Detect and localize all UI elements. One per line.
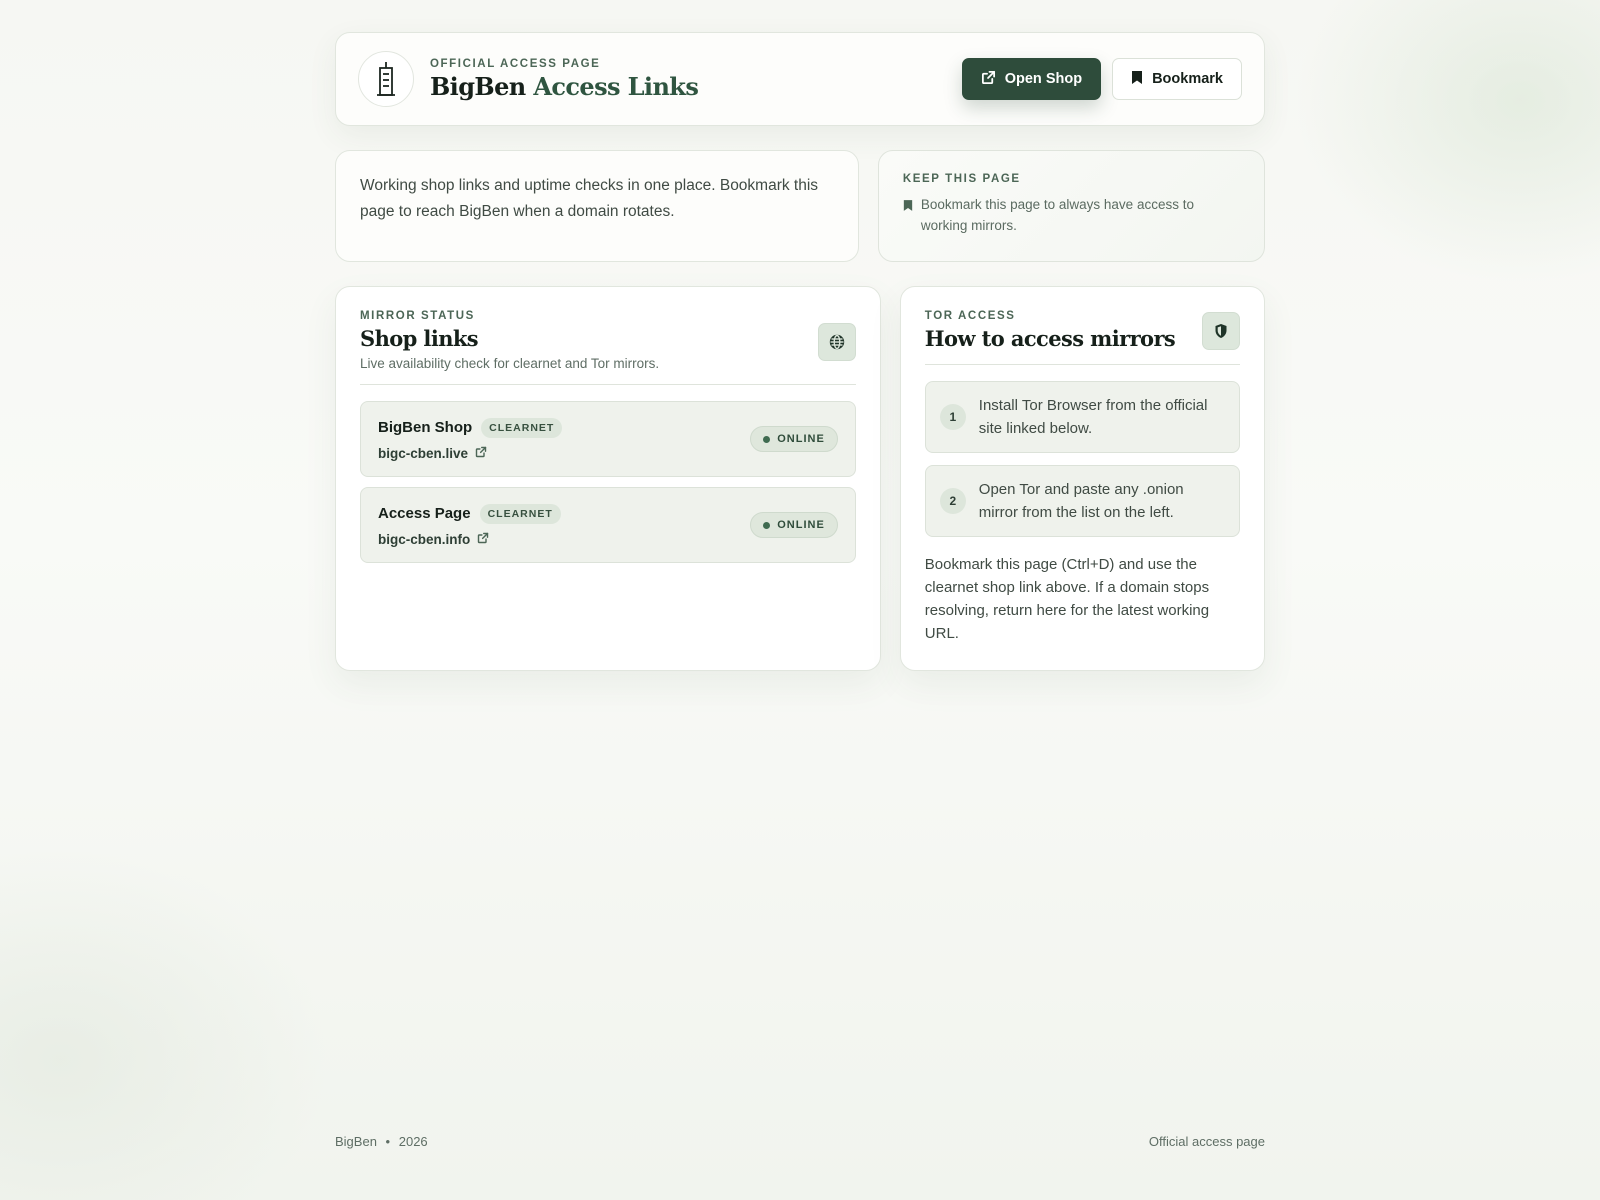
shop-link-url[interactable]: bigc-cben.live xyxy=(378,446,562,461)
shop-subtitle: Live availability check for clearnet and… xyxy=(360,356,660,371)
header-eyebrow: OFFICIAL ACCESS PAGE xyxy=(430,57,601,70)
access-link-row: Access Page CLEARNET bigc-cben.info ONLI… xyxy=(360,487,856,563)
link-name-group: Access Page CLEARNET xyxy=(378,503,561,524)
page-title: BigBen Access Links xyxy=(430,71,699,101)
bookmark-button[interactable]: Bookmark xyxy=(1112,58,1242,100)
bookmark-icon xyxy=(1131,70,1143,89)
status-text: ONLINE xyxy=(777,519,825,531)
shop-eyebrow: MIRROR STATUS xyxy=(360,310,475,322)
network-tag: CLEARNET xyxy=(479,503,561,524)
step-item: 2 Open Tor and paste any .onion mirror f… xyxy=(924,465,1240,537)
link-url-text: bigc-cben.live xyxy=(378,445,469,461)
step-number: 1 xyxy=(939,404,966,430)
header-actions: Open Shop Bookmark xyxy=(961,58,1242,100)
link-name: BigBen Shop xyxy=(378,419,473,436)
status-badge: ONLINE xyxy=(750,512,838,538)
site-footer: BigBen • 2026 Official access page xyxy=(335,1134,1265,1149)
intro-card: Working shop links and uptime checks in … xyxy=(335,150,859,262)
shop-link-row: BigBen Shop CLEARNET bigc-cben.live ONLI… xyxy=(360,401,856,477)
step-text: Install Tor Browser from the official si… xyxy=(978,397,1208,437)
intro-text: Working shop links and uptime checks in … xyxy=(360,177,819,220)
tor-note: Bookmark this page (Ctrl+D) and use the … xyxy=(924,556,1210,642)
status-badge: ONLINE xyxy=(750,426,838,452)
keep-page-card: KEEP THIS PAGE Bookmark this page to alw… xyxy=(877,150,1265,262)
external-link-icon xyxy=(981,70,996,89)
shop-card-header: MIRROR STATUS Shop links Live availabili… xyxy=(360,310,856,371)
status-dot-icon xyxy=(763,435,771,443)
status-dot-icon xyxy=(763,521,771,529)
tor-access-card: TOR ACCESS How to access mirrors 1 Insta… xyxy=(899,286,1265,671)
shop-links-card: MIRROR STATUS Shop links Live availabili… xyxy=(335,286,881,671)
shop-title: Shop links xyxy=(360,326,479,351)
keep-line: Bookmark this page to always have access… xyxy=(903,194,1240,236)
footer-separator: • xyxy=(385,1134,391,1149)
bookmark-icon xyxy=(903,197,913,236)
external-link-icon xyxy=(477,532,489,547)
footer-year: 2026 xyxy=(398,1134,428,1149)
step-number: 2 xyxy=(939,488,966,514)
keep-text: Bookmark this page to always have access… xyxy=(920,197,1194,233)
bookmark-label: Bookmark xyxy=(1152,71,1223,87)
tor-card-header: TOR ACCESS How to access mirrors xyxy=(925,310,1240,351)
open-shop-button[interactable]: Open Shop xyxy=(961,58,1102,100)
page-title-brand: BigBen xyxy=(430,71,526,101)
keep-heading: KEEP THIS PAGE xyxy=(902,173,1021,185)
step-text: Open Tor and paste any .onion mirror fro… xyxy=(978,481,1184,521)
external-link-icon xyxy=(475,446,487,461)
site-header: OFFICIAL ACCESS PAGE BigBen Access Links… xyxy=(335,32,1265,126)
tor-title: How to access mirrors xyxy=(924,326,1176,351)
link-name: Access Page xyxy=(378,505,471,522)
shop-divider xyxy=(360,384,856,385)
page-title-suffix: Access Links xyxy=(533,71,699,101)
shield-icon xyxy=(1202,312,1240,350)
globe-icon xyxy=(817,323,856,361)
footer-left: BigBen • 2026 xyxy=(335,1134,428,1149)
footer-right: Official access page xyxy=(1148,1134,1265,1149)
step-item: 1 Install Tor Browser from the official … xyxy=(924,381,1240,453)
footer-brand: BigBen xyxy=(335,1134,377,1149)
tower-logo-icon xyxy=(358,51,414,107)
page-container: OFFICIAL ACCESS PAGE BigBen Access Links… xyxy=(335,32,1265,671)
main-row: MIRROR STATUS Shop links Live availabili… xyxy=(335,286,1265,671)
intro-row: Working shop links and uptime checks in … xyxy=(335,150,1265,262)
access-link-url[interactable]: bigc-cben.info xyxy=(378,532,561,547)
link-name-group: BigBen Shop CLEARNET xyxy=(378,417,563,438)
tor-divider xyxy=(924,364,1240,365)
link-url-text: bigc-cben.info xyxy=(378,531,471,547)
open-shop-label: Open Shop xyxy=(1004,71,1083,87)
brand-block: OFFICIAL ACCESS PAGE BigBen Access Links xyxy=(430,57,699,101)
status-text: ONLINE xyxy=(777,433,825,445)
tor-eyebrow: TOR ACCESS xyxy=(924,310,1016,322)
network-tag: CLEARNET xyxy=(481,417,563,438)
